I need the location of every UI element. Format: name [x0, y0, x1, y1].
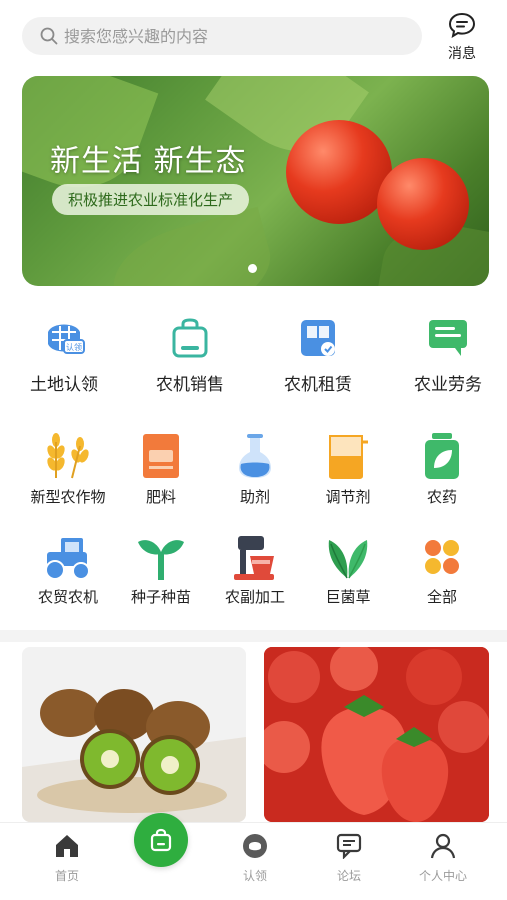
- banner-title: 新生活 新生态: [50, 144, 247, 179]
- section-divider: [0, 630, 507, 642]
- message-button[interactable]: 消息: [440, 12, 484, 62]
- category-label: 种子种苗: [130, 588, 191, 606]
- category-label: 农机销售: [156, 375, 224, 395]
- message-label: 消息: [448, 46, 476, 62]
- category-label: 助剂: [239, 488, 270, 506]
- labor-chat-icon: [429, 320, 467, 356]
- nav-claim[interactable]: 认领: [220, 833, 290, 884]
- category-machinery-sales[interactable]: 农机销售: [148, 318, 232, 395]
- category-machinery-rental[interactable]: 农机租赁: [276, 318, 360, 395]
- nav-label: 首页: [54, 869, 79, 883]
- wheat-icon: [47, 433, 89, 479]
- category-trade-machinery[interactable]: 农贸农机: [22, 534, 114, 607]
- category-label: 肥料: [145, 488, 176, 506]
- home-icon: [56, 835, 78, 857]
- banner-subtitle: 积极推进农业标准化生产: [52, 184, 250, 215]
- category-processing[interactable]: 农副加工: [210, 534, 300, 607]
- claim-icon: [243, 834, 267, 858]
- category-fertilizer[interactable]: 肥料: [116, 432, 206, 507]
- bottom-nav: 首页 认领 论坛 个人中心: [0, 813, 507, 900]
- banner-leaf: [103, 206, 281, 286]
- category-pesticide[interactable]: 农药: [396, 432, 488, 507]
- shopping-bag-icon: [172, 318, 208, 358]
- user-icon: [430, 833, 456, 859]
- nav-label: 论坛: [336, 869, 361, 883]
- nav-shop-button[interactable]: [134, 813, 188, 867]
- seedling-icon: [138, 540, 184, 580]
- svg-text:认领: 认领: [66, 342, 82, 352]
- header: 消息: [0, 0, 507, 70]
- category-seeds[interactable]: 种子种苗: [116, 534, 206, 607]
- message-icon: [448, 12, 476, 39]
- beaker-icon: [329, 435, 368, 479]
- all-grid-icon: [425, 540, 459, 574]
- nav-forum[interactable]: 论坛: [314, 833, 384, 884]
- kiwi-image: [22, 647, 246, 822]
- category-label: 土地认领: [30, 375, 98, 395]
- search-icon: [40, 27, 58, 45]
- fertilizer-icon: [143, 434, 179, 478]
- carousel-indicator[interactable]: [248, 264, 257, 273]
- category-land-claim[interactable]: 认领 土地认领: [22, 318, 106, 395]
- flask-icon: [239, 434, 271, 478]
- search-input[interactable]: [64, 26, 384, 46]
- nav-profile[interactable]: 个人中心: [408, 833, 478, 884]
- product-card-strawberry[interactable]: [264, 647, 489, 822]
- category-agri-labor[interactable]: 农业劳务: [406, 318, 490, 395]
- machinery-rent-icon: [301, 320, 335, 356]
- category-new-crops[interactable]: 新型农作物: [22, 432, 114, 507]
- nav-home[interactable]: 首页: [32, 833, 102, 884]
- pesticide-bottle-icon: [425, 433, 459, 479]
- product-card-kiwi[interactable]: [22, 647, 246, 822]
- shopping-bag-icon: [150, 828, 172, 852]
- category-label: 全部: [426, 588, 457, 606]
- tomato-image: [377, 158, 469, 250]
- grass-leaves-icon: [328, 540, 368, 579]
- forum-icon: [336, 833, 362, 860]
- search-bar[interactable]: [22, 17, 422, 55]
- mixer-icon: [234, 536, 274, 580]
- category-all[interactable]: 全部: [396, 534, 488, 607]
- category-label: 农药: [426, 488, 457, 506]
- category-regulator[interactable]: 调节剂: [302, 432, 394, 507]
- category-additive[interactable]: 助剂: [210, 432, 300, 507]
- category-label: 农副加工: [224, 588, 285, 606]
- promo-banner[interactable]: 新生活 新生态 积极推进农业标准化生产: [22, 76, 489, 286]
- tomato-image: [286, 120, 392, 224]
- category-label: 巨菌草: [325, 588, 371, 606]
- land-claim-icon: 认领: [48, 324, 85, 354]
- category-label: 农贸农机: [37, 588, 98, 606]
- category-label: 农业劳务: [414, 375, 482, 395]
- nav-label: 个人中心: [418, 869, 467, 883]
- strawberry-image: [264, 647, 489, 822]
- category-giant-grass[interactable]: 巨菌草: [302, 534, 394, 607]
- tractor-icon: [45, 538, 90, 580]
- nav-label: 认领: [242, 869, 267, 883]
- category-label: 新型农作物: [30, 488, 106, 506]
- category-label: 农机租赁: [284, 375, 352, 395]
- category-label: 调节剂: [325, 488, 371, 506]
